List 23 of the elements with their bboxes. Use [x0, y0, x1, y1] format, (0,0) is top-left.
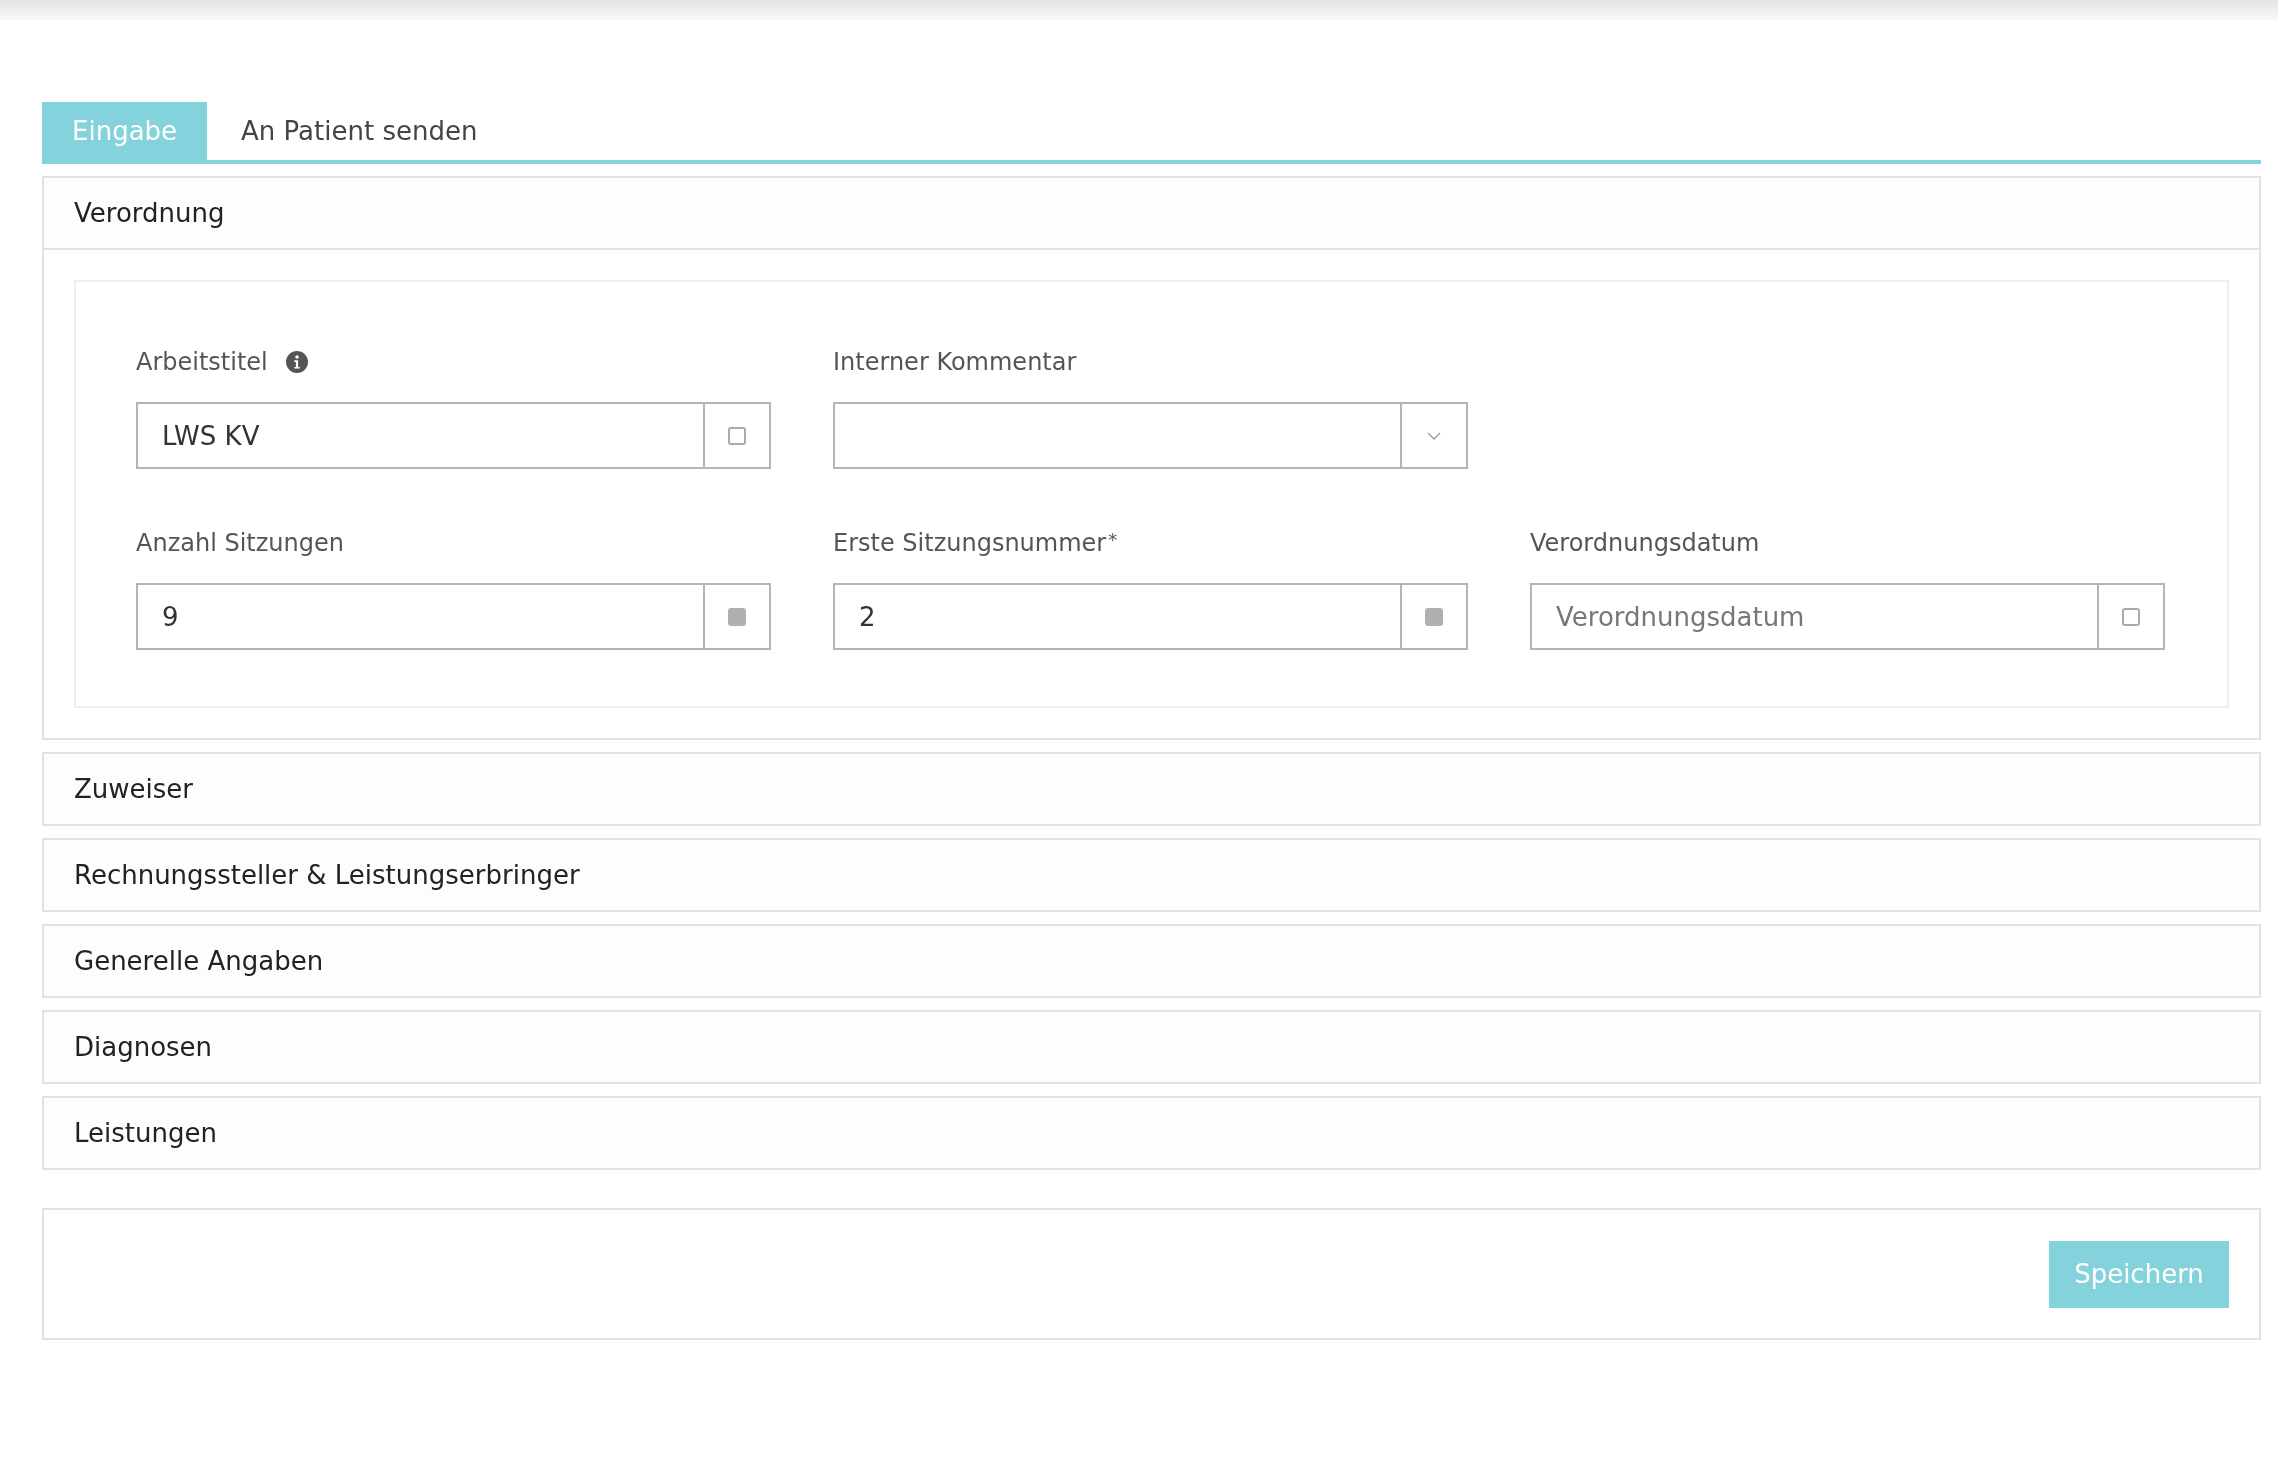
checkbox[interactable] — [2122, 607, 2140, 626]
field-label: Anzahl Sitzungen — [136, 529, 344, 557]
addon-button[interactable] — [705, 402, 771, 469]
input-field[interactable]: LWS KV — [136, 402, 705, 469]
input-field[interactable]: 9 — [136, 583, 705, 650]
tab[interactable]: An Patient senden — [207, 102, 512, 160]
info-icon[interactable] — [285, 351, 308, 373]
input-field[interactable]: 2 — [833, 583, 1402, 650]
input-field[interactable]: Verordnungsdatum — [1530, 583, 2099, 650]
addon-button[interactable] — [2099, 583, 2165, 650]
dropdown-button[interactable] — [1402, 402, 1468, 469]
field-label: Arbeitstitel — [136, 348, 268, 376]
input-field[interactable] — [833, 402, 1402, 469]
addon-button[interactable] — [1402, 583, 1468, 650]
required-mark: * — [1108, 529, 1118, 550]
checkbox[interactable] — [1425, 607, 1443, 626]
checkbox[interactable] — [728, 607, 746, 626]
field-label: Verordnungsdatum — [1530, 529, 1760, 557]
addon-button[interactable] — [705, 583, 771, 650]
chevron-down-icon[interactable] — [1427, 431, 1441, 440]
field-label: Interner Kommentar — [833, 348, 1077, 376]
field-label: Erste Sitzungsnummer — [833, 529, 1107, 557]
checkbox[interactable] — [728, 426, 746, 445]
